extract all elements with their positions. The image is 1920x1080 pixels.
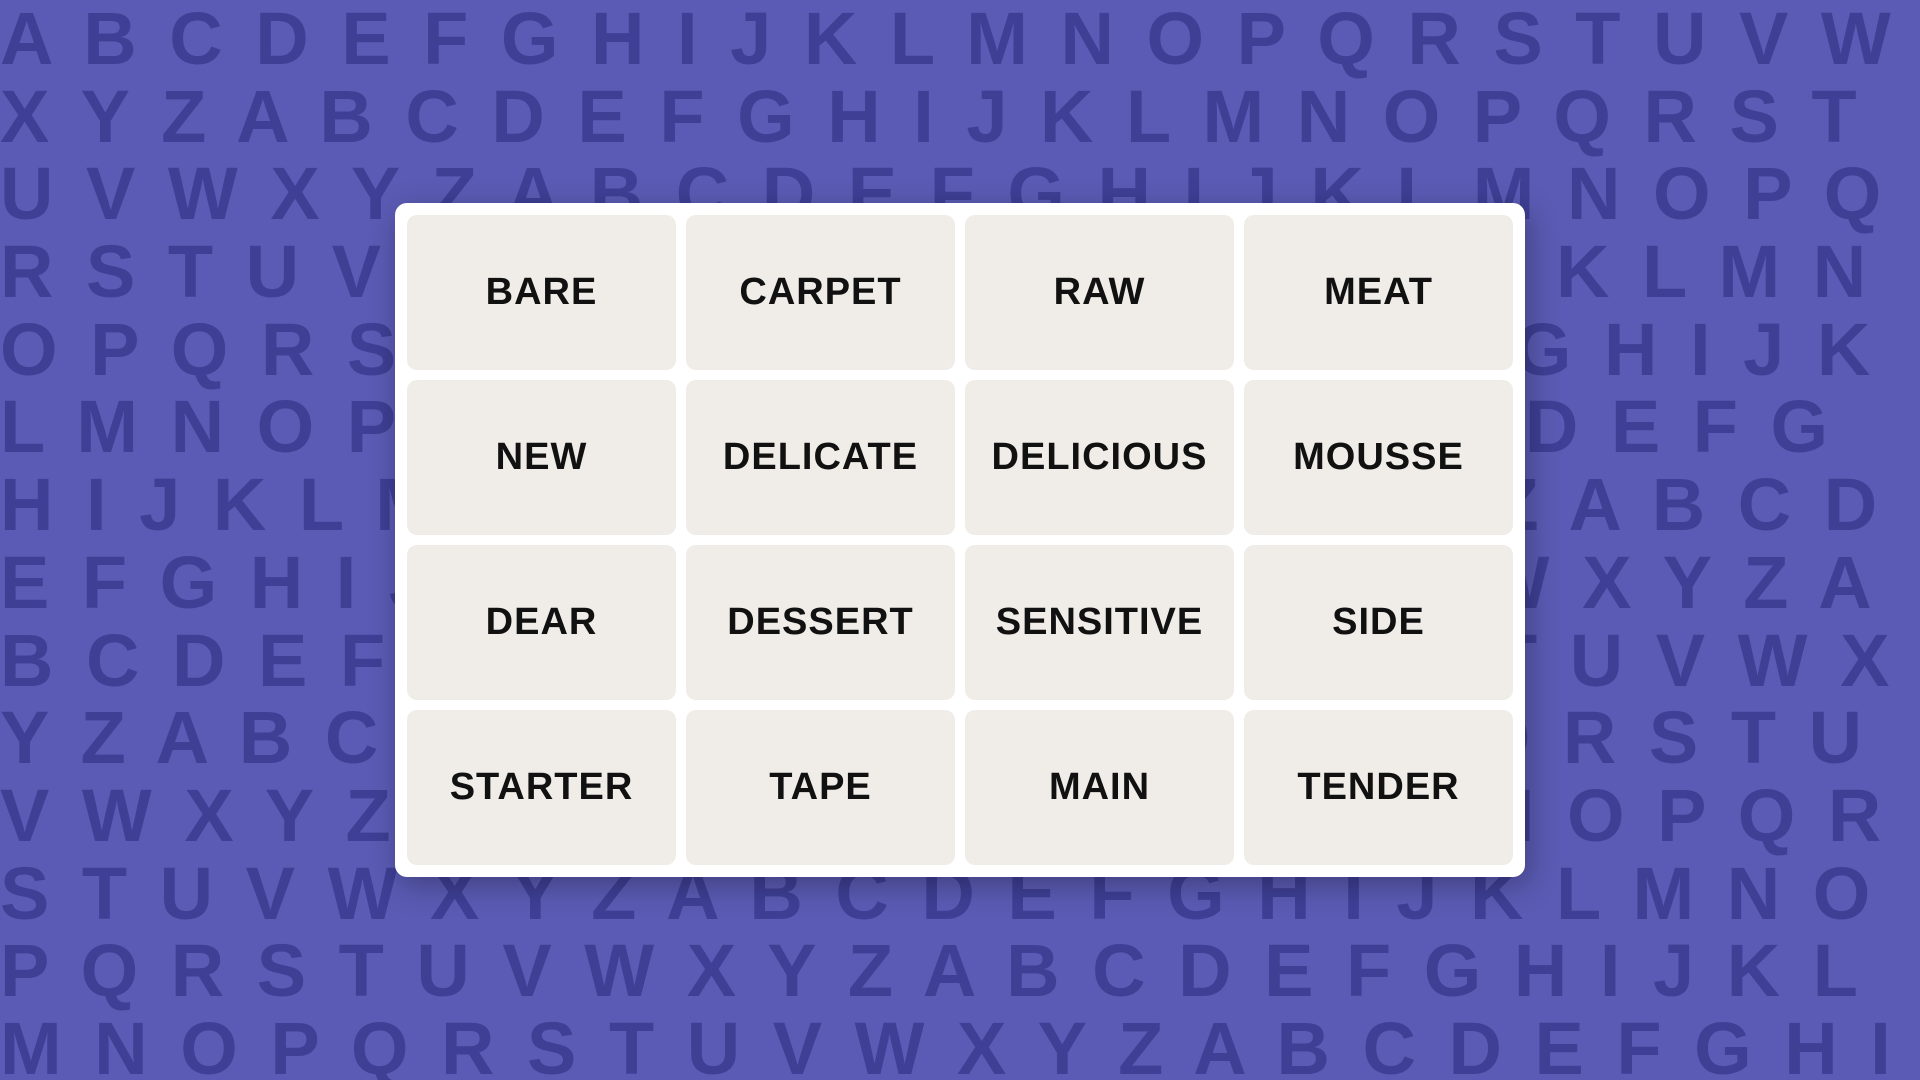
card-mousse[interactable]: MOUSSE xyxy=(1244,380,1513,535)
card-label-meat: MEAT xyxy=(1324,271,1433,314)
card-label-new: NEW xyxy=(496,436,588,479)
card-raw[interactable]: RAW xyxy=(965,215,1234,370)
card-sensitive[interactable]: SENSITIVE xyxy=(965,545,1234,700)
card-bare[interactable]: BARE xyxy=(407,215,676,370)
card-label-dessert: DESSERT xyxy=(727,601,913,644)
card-label-delicate: DELICATE xyxy=(723,436,918,479)
card-tape[interactable]: TAPE xyxy=(686,710,955,865)
card-carpet[interactable]: CARPET xyxy=(686,215,955,370)
card-grid-container: BARE CARPET RAW MEAT NEW DELICATE DELICIOUS MOU… xyxy=(395,203,1525,877)
card-new[interactable]: NEW xyxy=(407,380,676,535)
card-label-delicious: DELICIOUS xyxy=(992,436,1208,479)
card-dear[interactable]: DEAR xyxy=(407,545,676,700)
card-label-tender: TENDER xyxy=(1297,766,1459,809)
card-label-bare: BARE xyxy=(486,271,598,314)
card-label-raw: RAW xyxy=(1054,271,1146,314)
card-main[interactable]: MAIN xyxy=(965,710,1234,865)
card-label-carpet: CARPET xyxy=(739,271,901,314)
card-label-side: SIDE xyxy=(1332,601,1425,644)
card-label-tape: TAPE xyxy=(769,766,872,809)
card-tender[interactable]: TENDER xyxy=(1244,710,1513,865)
card-dessert[interactable]: DESSERT xyxy=(686,545,955,700)
card-label-starter: STARTER xyxy=(450,766,634,809)
card-label-dear: DEAR xyxy=(486,601,598,644)
card-delicious[interactable]: DELICIOUS xyxy=(965,380,1234,535)
card-grid: BARE CARPET RAW MEAT NEW DELICATE DELICIOUS MOU… xyxy=(407,215,1513,865)
card-label-main: MAIN xyxy=(1049,766,1150,809)
card-meat[interactable]: MEAT xyxy=(1244,215,1513,370)
card-starter[interactable]: STARTER xyxy=(407,710,676,865)
card-side[interactable]: SIDE xyxy=(1244,545,1513,700)
card-delicate[interactable]: DELICATE xyxy=(686,380,955,535)
card-label-mousse: MOUSSE xyxy=(1293,436,1464,479)
card-label-sensitive: SENSITIVE xyxy=(996,601,1204,644)
